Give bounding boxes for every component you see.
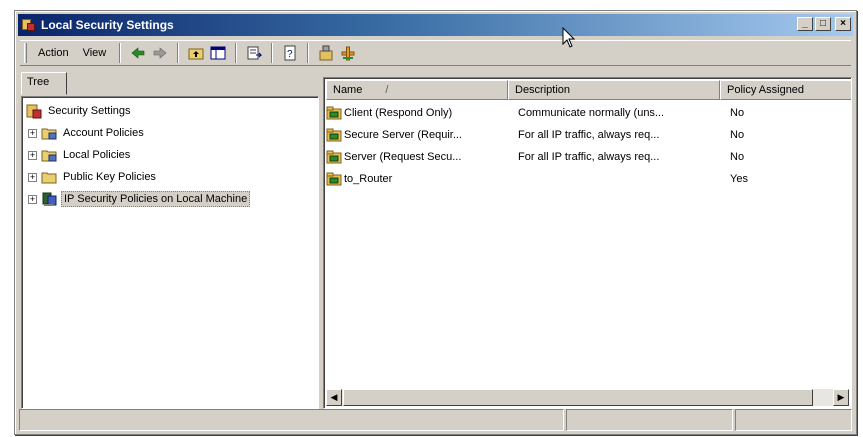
horizontal-scrollbar[interactable]: ◀ ▶ bbox=[326, 389, 849, 406]
cell-description: For all IP traffic, always req... bbox=[518, 151, 660, 163]
mouse-cursor-icon bbox=[562, 27, 576, 48]
window-title: Local Security Settings bbox=[41, 18, 174, 32]
cell-policy-assigned: No bbox=[730, 107, 745, 119]
column-header-description[interactable]: Description bbox=[508, 80, 720, 100]
ip-policy-icon bbox=[326, 150, 342, 164]
tree-item-label: Public Key Policies bbox=[63, 171, 156, 183]
title-bar[interactable]: Local Security Settings _ □ × bbox=[18, 14, 853, 36]
help-icon: ? bbox=[284, 45, 296, 61]
ip-policy-icon bbox=[326, 106, 342, 120]
manage-ip-filters-icon bbox=[319, 45, 333, 61]
view-menu[interactable]: View bbox=[76, 47, 114, 59]
list-item[interactable]: Server (Request Secu... For all IP traff… bbox=[326, 148, 846, 166]
cell-policy-assigned: Yes bbox=[730, 173, 748, 185]
export-list-icon bbox=[247, 46, 263, 60]
svg-text:?: ? bbox=[287, 49, 293, 60]
folder-icon bbox=[41, 125, 57, 141]
scroll-right-arrow-icon: ▶ bbox=[837, 392, 845, 402]
toolbar-separator bbox=[307, 43, 310, 63]
cell-policy-assigned: No bbox=[730, 129, 745, 141]
scroll-left-button[interactable]: ◀ bbox=[326, 389, 342, 406]
column-header-label: Description bbox=[515, 84, 571, 96]
cell-name: Client (Respond Only) bbox=[344, 107, 453, 119]
ip-policy-icon bbox=[326, 172, 342, 186]
status-panel bbox=[19, 409, 564, 431]
tree-item-label: IP Security Policies on Local Machine bbox=[61, 191, 251, 207]
toolbar-separator bbox=[235, 43, 238, 63]
expand-toggle[interactable]: + bbox=[28, 150, 37, 160]
toolbar-separator bbox=[119, 43, 122, 63]
show-hide-tree-icon bbox=[210, 46, 226, 60]
folder-icon bbox=[41, 147, 57, 163]
help-button[interactable]: ? bbox=[279, 43, 301, 63]
cell-description: For all IP traffic, always req... bbox=[518, 129, 660, 141]
toolbar-grip[interactable] bbox=[24, 43, 27, 63]
action-menu[interactable]: Action bbox=[31, 47, 76, 59]
tree-item-public-key-policies[interactable]: + Public Key Policies bbox=[28, 168, 158, 186]
status-bar bbox=[19, 409, 852, 431]
cell-policy-assigned: No bbox=[730, 151, 745, 163]
column-header-label: Policy Assigned bbox=[727, 84, 805, 96]
list-item[interactable]: Secure Server (Requir... For all IP traf… bbox=[326, 126, 846, 144]
close-button[interactable]: × bbox=[835, 17, 851, 31]
scroll-left-arrow-icon: ◀ bbox=[330, 392, 338, 402]
add-policy-icon bbox=[341, 46, 355, 61]
security-settings-icon bbox=[26, 103, 42, 119]
folder-icon bbox=[41, 169, 57, 185]
minimize-button[interactable]: _ bbox=[797, 17, 813, 31]
back-icon bbox=[131, 47, 145, 59]
cell-name: Secure Server (Requir... bbox=[344, 129, 462, 141]
column-header-policy-assigned[interactable]: Policy Assigned bbox=[720, 80, 851, 100]
console-tree: Security Settings + Account Policies + L… bbox=[21, 96, 319, 409]
ip-policy-icon bbox=[326, 128, 342, 142]
ip-security-computer-icon bbox=[41, 191, 57, 207]
toolbar-separator bbox=[177, 43, 180, 63]
toolbar-separator bbox=[271, 43, 274, 63]
expand-toggle[interactable]: + bbox=[28, 172, 37, 182]
show-hide-tree-button[interactable] bbox=[207, 43, 229, 63]
back-button[interactable] bbox=[127, 43, 149, 63]
column-header-label: Name bbox=[333, 84, 363, 96]
list-item[interactable]: Client (Respond Only) Communicate normal… bbox=[326, 104, 846, 122]
cell-name: to_Router bbox=[344, 173, 393, 185]
tree-item-label: Security Settings bbox=[48, 105, 131, 117]
maximize-button[interactable]: □ bbox=[815, 17, 831, 31]
add-ip-security-policy-button[interactable] bbox=[337, 43, 359, 63]
status-panel bbox=[565, 409, 734, 431]
expand-toggle[interactable]: + bbox=[28, 128, 37, 138]
up-one-level-button[interactable] bbox=[185, 43, 207, 63]
results-list: Name / Description Policy Assigned Clien… bbox=[323, 77, 852, 409]
status-panel bbox=[735, 409, 852, 431]
cell-name: Server (Request Secu... bbox=[344, 151, 462, 163]
security-settings-app-icon bbox=[22, 18, 36, 32]
column-header-name[interactable]: Name / bbox=[326, 80, 508, 100]
forward-button[interactable] bbox=[149, 43, 171, 63]
local-security-settings-window: Local Security Settings _ □ × Action Vie… bbox=[14, 10, 857, 435]
tab-tree[interactable]: Tree bbox=[21, 72, 67, 95]
tree-item-account-policies[interactable]: + Account Policies bbox=[28, 124, 146, 142]
tree-item-root[interactable]: Security Settings bbox=[26, 102, 133, 120]
manage-ip-filters-button[interactable] bbox=[315, 43, 337, 63]
tree-item-ip-security-policies[interactable]: + IP Security Policies on Local Machine bbox=[28, 190, 251, 208]
expand-toggle[interactable]: + bbox=[28, 194, 37, 204]
sort-indicator-icon: / bbox=[385, 84, 389, 96]
list-item[interactable]: to_Router Yes bbox=[326, 170, 846, 188]
up-folder-icon bbox=[188, 48, 204, 60]
scrollbar-thumb[interactable] bbox=[343, 389, 813, 406]
scroll-right-button[interactable]: ▶ bbox=[833, 389, 849, 406]
tree-item-local-policies[interactable]: + Local Policies bbox=[28, 146, 132, 164]
forward-icon bbox=[153, 47, 167, 59]
tree-item-label: Local Policies bbox=[63, 149, 131, 161]
cell-description: Communicate normally (uns... bbox=[518, 107, 665, 119]
toolbar: Action View ? bbox=[20, 40, 851, 66]
tree-item-label: Account Policies bbox=[63, 127, 144, 139]
export-list-button[interactable] bbox=[243, 43, 265, 63]
